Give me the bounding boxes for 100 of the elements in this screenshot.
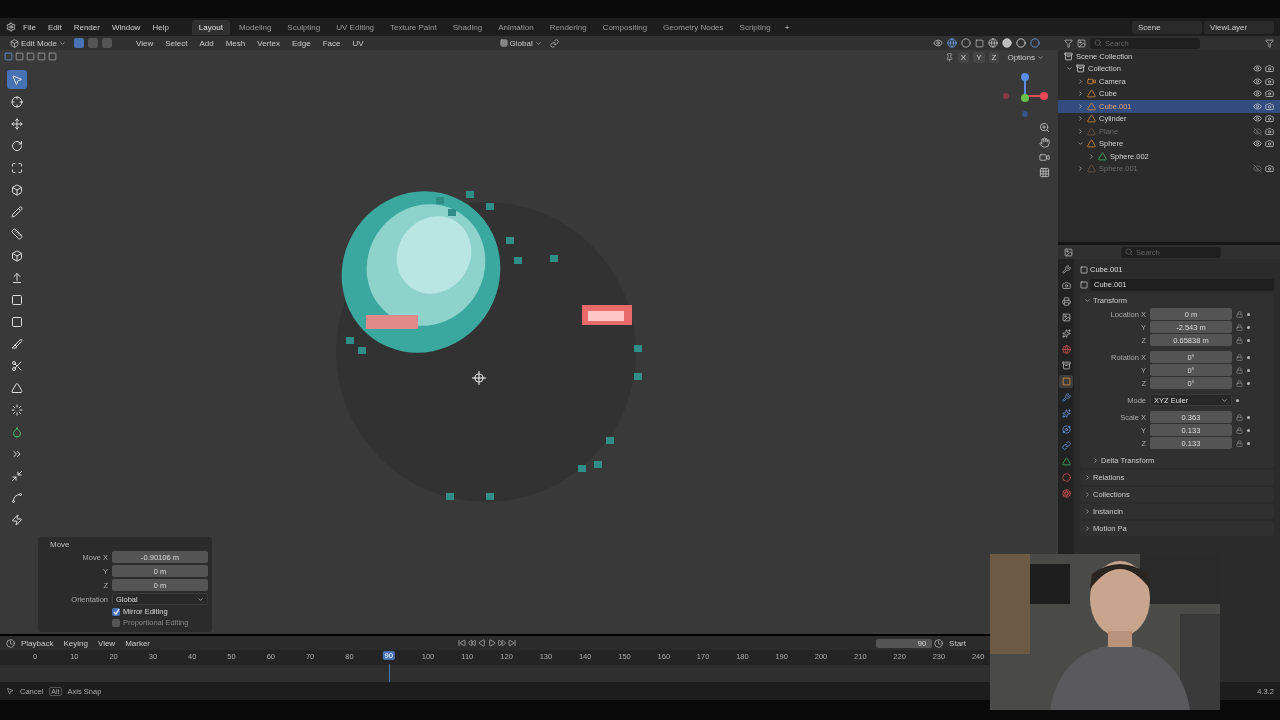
gizmo-icon[interactable] xyxy=(947,38,957,48)
eye-icon[interactable] xyxy=(1253,89,1262,99)
camera-icon[interactable] xyxy=(1265,114,1274,124)
keyframe-dot[interactable] xyxy=(1236,398,1239,402)
properties-tab[interactable] xyxy=(1059,391,1073,404)
expand-icon[interactable] xyxy=(1088,152,1095,160)
keyframe-dot[interactable] xyxy=(1247,368,1250,372)
lock-icon[interactable] xyxy=(1236,336,1243,344)
tool-button[interactable] xyxy=(7,70,27,89)
eye-off-icon[interactable] xyxy=(1253,126,1262,136)
menu-item[interactable]: View xyxy=(132,38,158,48)
grid-icon[interactable] xyxy=(1039,167,1050,178)
properties-tab[interactable] xyxy=(1059,263,1073,276)
editor-type-icon[interactable] xyxy=(6,638,15,648)
camera-icon[interactable] xyxy=(1265,101,1274,111)
workspace-tab[interactable]: Animation xyxy=(491,19,541,35)
wireframe-icon[interactable] xyxy=(988,38,998,48)
axis-gizmo[interactable] xyxy=(1000,72,1050,120)
camera-icon[interactable] xyxy=(1039,152,1050,163)
select-box-icon[interactable] xyxy=(4,52,13,61)
menu-item[interactable]: View xyxy=(93,638,120,648)
workspace-tab[interactable]: Compositing xyxy=(595,19,655,35)
collapse-icon[interactable] xyxy=(1066,65,1073,73)
lock-icon[interactable] xyxy=(1236,323,1243,331)
workspace-tab[interactable]: Texture Paint xyxy=(383,19,444,35)
workspace-tab[interactable]: Rendering xyxy=(542,19,594,35)
properties-tab[interactable] xyxy=(1059,327,1073,340)
properties-tab[interactable] xyxy=(1059,471,1073,484)
properties-tab[interactable] xyxy=(1059,279,1073,292)
expand-icon[interactable] xyxy=(1077,127,1084,135)
select-mode-button[interactable] xyxy=(74,38,85,48)
menu-item[interactable]: Playback xyxy=(17,638,58,648)
zoom-icon[interactable] xyxy=(1039,122,1050,133)
eye-icon[interactable] xyxy=(1253,139,1262,149)
options-button[interactable]: Options xyxy=(1003,53,1048,62)
mode-selector[interactable]: Edit Mode xyxy=(6,38,71,48)
mirror-axis-button[interactable]: Y xyxy=(973,52,985,63)
hand-icon[interactable] xyxy=(1039,137,1050,148)
mirror-axis-button[interactable]: X xyxy=(957,52,970,63)
lock-icon[interactable] xyxy=(1236,426,1243,434)
lock-icon[interactable] xyxy=(1236,379,1243,387)
menu-item[interactable]: Select xyxy=(161,38,192,48)
menu-item[interactable]: Mesh xyxy=(221,38,250,48)
pin-icon[interactable] xyxy=(944,53,954,62)
solid-shading-icon[interactable] xyxy=(1002,38,1012,48)
eye-icon[interactable] xyxy=(1253,76,1262,86)
menu-item[interactable]: File xyxy=(18,22,41,32)
menu-item[interactable]: Marker xyxy=(121,638,155,648)
link-icon[interactable] xyxy=(549,38,559,48)
jump-start-icon[interactable] xyxy=(458,639,467,647)
eye-icon[interactable] xyxy=(1253,64,1262,74)
jump-end-icon[interactable] xyxy=(508,639,517,647)
panel-title[interactable]: Move xyxy=(42,540,208,549)
camera-icon[interactable] xyxy=(1265,164,1274,174)
lock-icon[interactable] xyxy=(1236,310,1243,318)
lock-icon[interactable] xyxy=(1236,353,1243,361)
visibility-icon[interactable] xyxy=(933,38,943,48)
workspace-tab[interactable]: Scripting xyxy=(732,19,778,35)
scene-selector[interactable]: Scene xyxy=(1132,20,1202,34)
select-box-icon[interactable] xyxy=(37,52,46,61)
expand-icon[interactable] xyxy=(1077,77,1084,85)
properties-tab[interactable] xyxy=(1059,343,1073,356)
expand-icon[interactable] xyxy=(1077,102,1084,110)
overlay-icon[interactable] xyxy=(961,38,971,48)
checkbox[interactable] xyxy=(112,618,120,627)
checkbox[interactable] xyxy=(112,607,120,616)
material-shading-icon[interactable] xyxy=(1016,38,1026,48)
camera-icon[interactable] xyxy=(1265,126,1274,136)
collapse-icon[interactable] xyxy=(1077,140,1084,148)
fast-forward-icon[interactable] xyxy=(498,639,507,647)
properties-tab[interactable] xyxy=(1059,311,1073,324)
camera-icon[interactable] xyxy=(1265,64,1274,74)
view-mode-icon[interactable] xyxy=(1077,38,1086,48)
menu-item[interactable]: Keying xyxy=(59,638,92,648)
eye-icon[interactable] xyxy=(1253,114,1262,124)
properties-tab[interactable] xyxy=(1059,407,1073,420)
menu-item[interactable]: Face xyxy=(318,38,345,48)
workspace-tab[interactable]: Layout xyxy=(191,19,230,35)
workspace-tab[interactable]: Sculpting xyxy=(280,19,328,35)
keyframe-dot[interactable] xyxy=(1247,381,1250,385)
keyframe-dot[interactable] xyxy=(1247,415,1250,419)
camera-icon[interactable] xyxy=(1265,76,1274,86)
keyframe-dot[interactable] xyxy=(1247,441,1250,445)
menu-item[interactable]: Render xyxy=(68,22,105,32)
lock-icon[interactable] xyxy=(1236,366,1243,374)
properties-tab[interactable] xyxy=(1059,423,1073,436)
workspace-tab[interactable]: Shading xyxy=(445,19,490,35)
editor-type-icon[interactable] xyxy=(1064,247,1073,257)
menu-item[interactable]: Help xyxy=(147,22,174,32)
keyframe-dot[interactable] xyxy=(1247,428,1250,432)
menu-item[interactable]: Window xyxy=(106,22,146,32)
select-box-icon[interactable] xyxy=(15,52,24,61)
properties-tab[interactable] xyxy=(1059,375,1073,388)
play-icon[interactable] xyxy=(488,639,497,647)
lock-icon[interactable] xyxy=(1236,439,1243,447)
keyframe-dot[interactable] xyxy=(1247,355,1250,359)
eye-off-icon[interactable] xyxy=(1253,164,1262,174)
properties-tab[interactable] xyxy=(1059,487,1073,500)
add-workspace-button[interactable]: + xyxy=(779,22,795,32)
menu-item[interactable]: Edit xyxy=(42,22,67,32)
